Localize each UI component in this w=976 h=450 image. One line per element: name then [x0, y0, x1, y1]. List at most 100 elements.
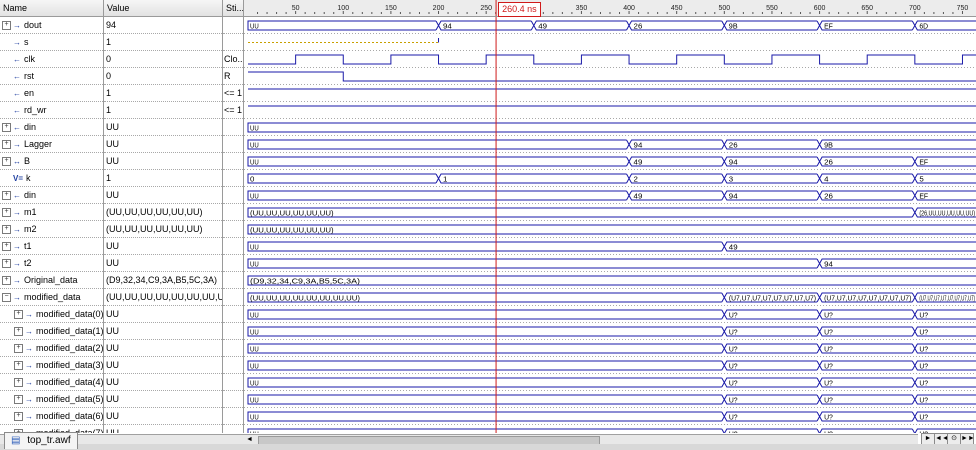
column-divider[interactable]: [222, 0, 223, 433]
signal-name[interactable]: + ↔ B: [0, 153, 103, 170]
signal-name[interactable]: + → t2: [0, 255, 103, 272]
signal-name[interactable]: → s: [0, 34, 103, 51]
signal-name[interactable]: ← clk: [0, 51, 103, 68]
signal-stimulator[interactable]: <= 1: [223, 85, 243, 102]
signal-stimulator[interactable]: [223, 187, 243, 204]
signal-stimulator[interactable]: [223, 408, 243, 425]
waveform-area[interactable]: UU 94 49 26 9B EF 6D UU UU 94 26 9B UU 49 94 26 EF 0 1 2 3 4 5…: [244, 17, 976, 433]
signal-stimulator[interactable]: [223, 17, 243, 34]
value-column-header[interactable]: Value: [104, 0, 223, 16]
signal-stimulator[interactable]: [223, 374, 243, 391]
expand-icon[interactable]: +: [2, 21, 11, 31]
signal-stimulator[interactable]: [223, 119, 243, 136]
expand-icon[interactable]: +: [14, 378, 23, 388]
signal-stimulator[interactable]: [223, 170, 243, 187]
signal-stimulator[interactable]: [223, 357, 243, 374]
time-ruler[interactable]: 5010015020025030035040045050055060065070…: [244, 0, 976, 16]
expand-icon[interactable]: +: [2, 191, 11, 201]
signal-waveform[interactable]: UU 49: [247, 241, 976, 252]
signal-stimulator[interactable]: [223, 204, 243, 221]
expand-icon[interactable]: +: [2, 140, 11, 150]
expand-icon[interactable]: +: [2, 259, 11, 269]
signal-waveform[interactable]: UUU?U?U?: [247, 343, 976, 354]
signal-waveform[interactable]: UU 49 94 26 EF: [247, 156, 976, 167]
signal-waveform[interactable]: UUU?U?U?: [247, 394, 976, 405]
signal-name[interactable]: + → modified_data(3): [0, 357, 103, 374]
signal-stimulator[interactable]: [223, 34, 243, 51]
signal-waveform[interactable]: UUU?U?U?: [247, 411, 976, 422]
signal-waveform[interactable]: 0 1 2 3 4 5: [247, 173, 976, 184]
signal-waveform[interactable]: UU 94 49 26 9B EF 6D: [247, 20, 976, 31]
signal-stimulator[interactable]: [223, 238, 243, 255]
expand-icon[interactable]: +: [14, 395, 23, 405]
expand-icon[interactable]: +: [2, 242, 11, 252]
signal-stimulator[interactable]: [223, 153, 243, 170]
signal-waveform[interactable]: UU 94: [247, 258, 976, 269]
signal-waveform[interactable]: [248, 38, 440, 43]
signal-waveform[interactable]: UUU?U?U?: [247, 377, 976, 388]
signal-name[interactable]: + → m2: [0, 221, 103, 238]
scroll-left-icon[interactable]: ◄: [246, 436, 254, 444]
signal-stimulator[interactable]: [223, 391, 243, 408]
tab-top-tr-awf[interactable]: ▤ top_tr.awf: [4, 432, 78, 449]
signal-stimulator[interactable]: [223, 221, 243, 238]
signal-stimulator[interactable]: [223, 289, 243, 306]
signal-waveform[interactable]: UUU?U?U?: [247, 309, 976, 320]
signal-name[interactable]: V= k: [0, 170, 103, 187]
signal-name[interactable]: + → modified_data(2): [0, 340, 103, 357]
cursor-time-label[interactable]: 260.4 ns: [498, 2, 541, 17]
signal-stimulator[interactable]: R: [223, 68, 243, 85]
signal-stimulator[interactable]: <= 1: [223, 102, 243, 119]
signal-name[interactable]: ← rd_wr: [0, 102, 103, 119]
signal-name[interactable]: + ← din: [0, 187, 103, 204]
signal-stimulator[interactable]: [223, 255, 243, 272]
signal-name[interactable]: − → modified_data: [0, 289, 103, 306]
expand-icon[interactable]: +: [14, 344, 23, 354]
signal-waveform[interactable]: (UU,UU,UU,UU,UU,UU) (26,UU,UU,UU,UU,UU): [247, 207, 976, 218]
expand-icon[interactable]: +: [14, 310, 23, 320]
signal-stimulator[interactable]: [223, 136, 243, 153]
signal-name[interactable]: + → m1: [0, 204, 103, 221]
signal-name[interactable]: + → modified_data(6): [0, 408, 103, 425]
signal-name[interactable]: + → dout: [0, 17, 103, 34]
expand-icon[interactable]: +: [2, 123, 11, 133]
expand-icon[interactable]: +: [2, 208, 11, 218]
expand-icon[interactable]: +: [2, 157, 11, 167]
signal-waveform[interactable]: [248, 71, 976, 82]
signal-stimulator[interactable]: [223, 340, 243, 357]
name-column-header[interactable]: Name: [0, 0, 104, 16]
signal-name[interactable]: + → modified_data(1): [0, 323, 103, 340]
expand-icon[interactable]: +: [14, 361, 23, 371]
stimulator-column-header[interactable]: Sti...: [223, 0, 244, 16]
signal-waveform[interactable]: UU: [247, 122, 976, 133]
signal-stimulator[interactable]: [223, 425, 243, 433]
signal-waveform[interactable]: UUU?U?U?: [247, 428, 976, 433]
signal-name[interactable]: + → modified_data(5): [0, 391, 103, 408]
signal-name[interactable]: + → Lagger: [0, 136, 103, 153]
expand-icon[interactable]: +: [14, 412, 23, 422]
signal-name[interactable]: + → t1: [0, 238, 103, 255]
signal-name[interactable]: ← rst: [0, 68, 103, 85]
signal-name[interactable]: ← en: [0, 85, 103, 102]
collapse-icon[interactable]: −: [2, 293, 11, 303]
signal-waveform[interactable]: UUU?U?U?: [247, 360, 976, 371]
column-divider[interactable]: [243, 0, 244, 433]
signal-stimulator[interactable]: [223, 306, 243, 323]
signal-waveform[interactable]: UU 94 26 9B: [247, 139, 976, 150]
signal-name[interactable]: + ← din: [0, 119, 103, 136]
signal-waveform[interactable]: UU 49 94 26 EF: [247, 190, 976, 201]
signal-waveform[interactable]: (UU,UU,UU,UU,UU,UU): [247, 224, 976, 235]
signal-stimulator[interactable]: Clo...: [223, 51, 243, 68]
expand-icon[interactable]: +: [2, 225, 11, 235]
signal-name[interactable]: + → modified_data(0): [0, 306, 103, 323]
signal-stimulator[interactable]: [223, 323, 243, 340]
signal-waveform[interactable]: (D9,32,34,C9,3A,B5,5C,3A): [247, 275, 976, 286]
signal-stimulator[interactable]: [223, 272, 243, 289]
expand-icon[interactable]: +: [14, 327, 23, 337]
expand-icon[interactable]: +: [2, 276, 11, 286]
column-divider[interactable]: [103, 0, 104, 433]
signal-waveform[interactable]: (UU,UU,UU,UU,UU,UU,UU,UU) (U7,U7,U7,U7,U7…: [247, 292, 976, 303]
signal-name[interactable]: + → modified_data(4): [0, 374, 103, 391]
signal-waveform[interactable]: UUU?U?U?: [247, 326, 976, 337]
signal-waveform[interactable]: [248, 54, 976, 65]
